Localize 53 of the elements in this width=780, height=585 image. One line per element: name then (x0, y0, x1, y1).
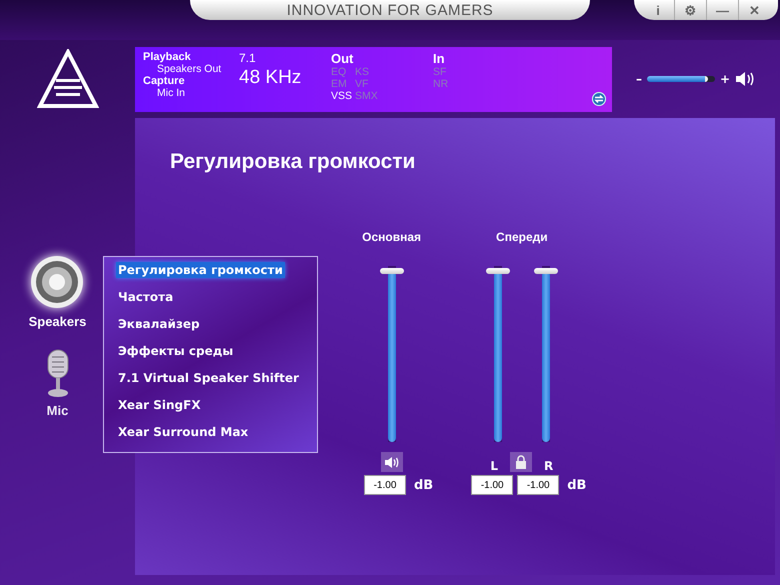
page-heading: Регулировка громкости (170, 150, 416, 174)
playback-label: Playback (143, 50, 192, 62)
capture-device: Mic In (156, 86, 186, 98)
volume-minus: – (636, 72, 642, 86)
volume-plus: + (720, 72, 730, 86)
menu-item[interactable]: Xear Surround Max (116, 424, 250, 440)
speaker-icon (29, 254, 86, 310)
device-button[interactable]: Mic (44, 349, 72, 418)
in-label: In (433, 50, 446, 66)
channel-mode: 7.1 (239, 50, 257, 64)
window-control-button[interactable]: i (642, 0, 674, 20)
sample-rate: 48 KHz (239, 66, 302, 88)
effect-indicator: EM (331, 78, 348, 90)
menu-item[interactable]: Регулировка громкости (116, 262, 285, 278)
slider-group-label: Основная (362, 230, 422, 244)
effect-indicator: VSS (331, 90, 354, 102)
lock-icon (515, 455, 528, 469)
channel-label: R (544, 459, 554, 473)
mute-button[interactable] (380, 452, 403, 472)
menu-item[interactable]: Xear SingFX (116, 397, 203, 413)
channel-label: L (490, 459, 498, 473)
effect-indicator: KS (355, 66, 370, 78)
slider-thumb[interactable] (534, 268, 558, 274)
playback-device: Speakers Out (156, 62, 222, 74)
db-input-field[interactable]: -1.00 (364, 475, 406, 495)
slider-thumb[interactable] (486, 268, 510, 274)
window-title: INNOVATION FOR GAMERS (286, 2, 494, 18)
effect-indicator: SMX (355, 90, 379, 102)
db-input-field[interactable]: -1.00 (471, 475, 514, 495)
effect-indicator: EQ (331, 66, 348, 78)
swap-icon[interactable] (592, 92, 606, 106)
window-control-button[interactable]: ✕ (738, 0, 770, 20)
effect-indicator: SF (433, 66, 448, 78)
unit-label: dB (414, 478, 434, 492)
window-control-button[interactable]: — (706, 0, 738, 20)
lock-button[interactable] (510, 452, 532, 472)
effect-indicator: VF (355, 78, 370, 90)
logo-icon (36, 49, 98, 109)
menu-item[interactable]: Эквалайзер (116, 316, 202, 332)
speaker-icon[interactable] (735, 71, 756, 87)
window-control-button[interactable]: ⚙ (674, 0, 706, 20)
out-label: Out (331, 50, 354, 66)
menu-item[interactable]: Эффекты среды (116, 343, 236, 359)
slider-group-label: Спереди (496, 230, 548, 244)
menu-item[interactable]: Частота (116, 289, 176, 305)
device-button[interactable]: Speakers (28, 254, 86, 329)
slider-thumb[interactable] (380, 268, 404, 274)
db-input-field[interactable]: -1.00 (517, 475, 560, 495)
effect-indicator: NR (433, 78, 450, 90)
menu-item[interactable]: 7.1 Virtual Speaker Shifter (116, 370, 301, 386)
speaker-icon (384, 456, 400, 468)
unit-label: dB (567, 478, 586, 492)
capture-label: Capture (143, 74, 186, 86)
